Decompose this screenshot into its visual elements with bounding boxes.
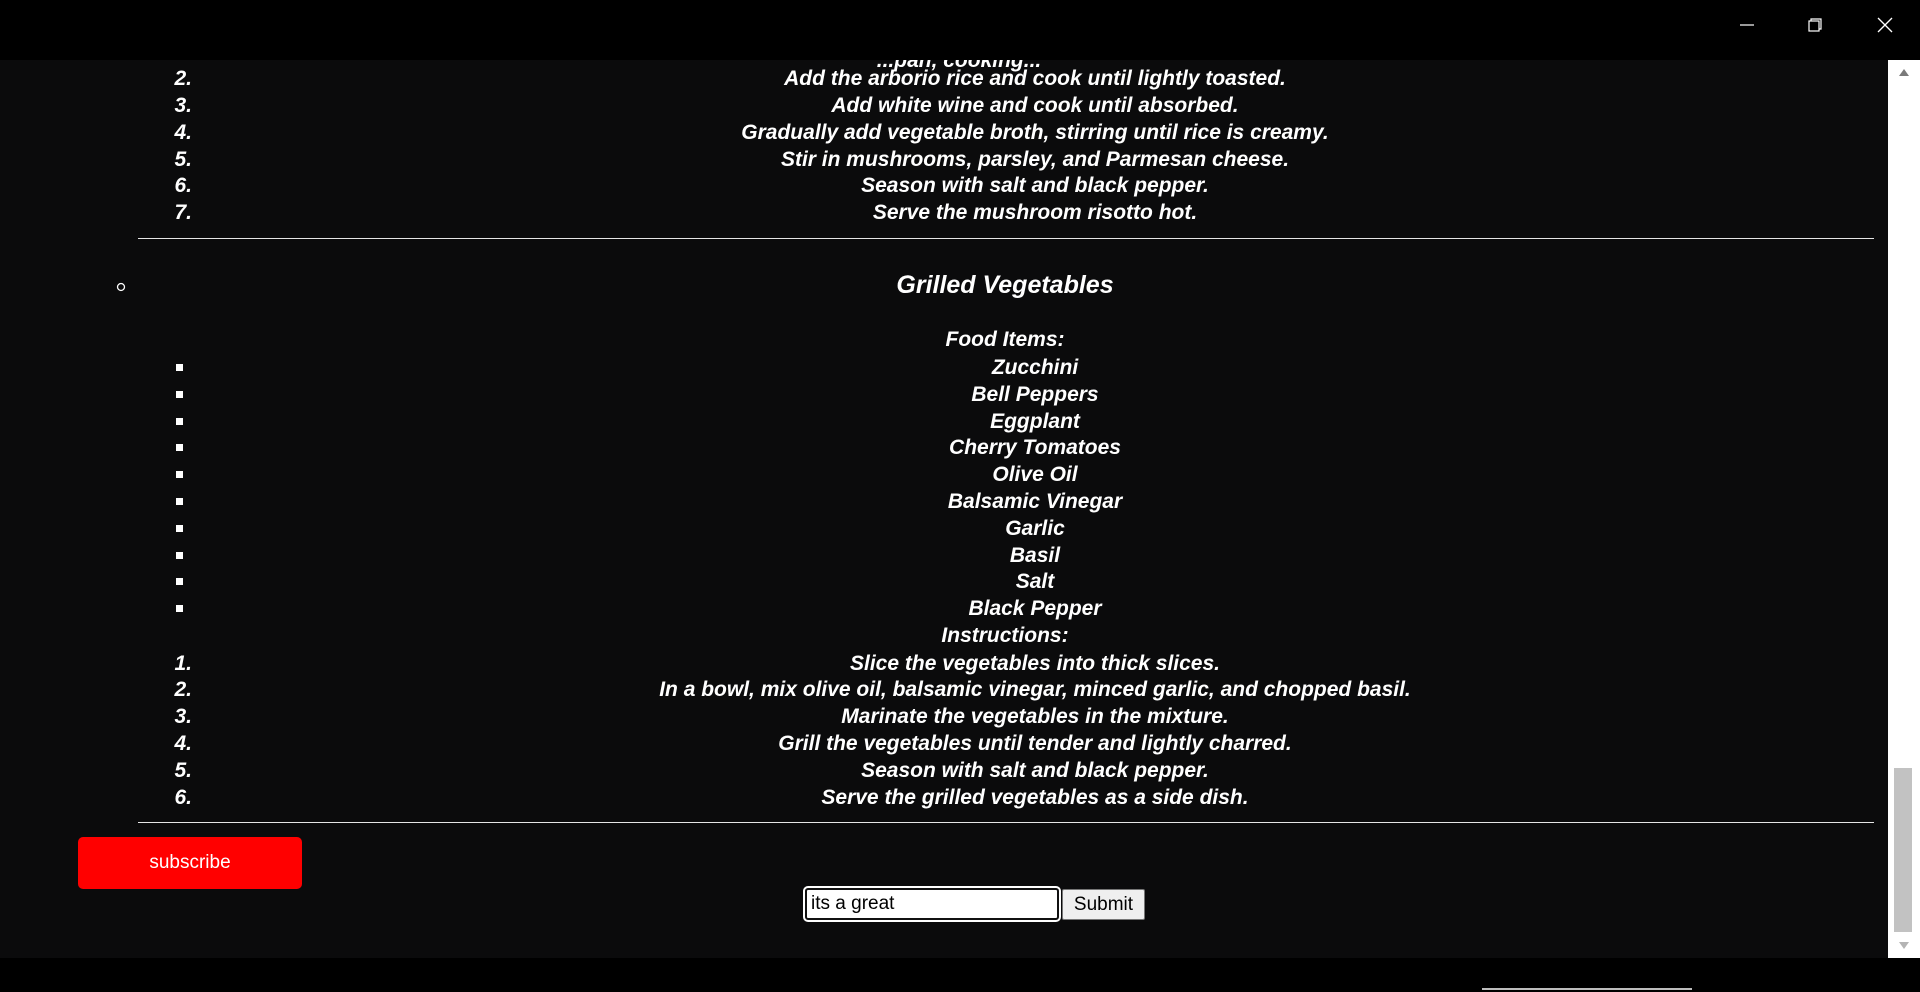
- square-bullet-icon: [176, 471, 183, 478]
- list-item: 3. Marinate the vegetables in the mixture…: [0, 703, 1888, 730]
- restore-button[interactable]: [1780, 0, 1850, 50]
- list-item: 4. Gradually add vegetable broth, stirrin…: [0, 119, 1888, 146]
- list-item: 5. Season with salt and black pepper.: [0, 757, 1888, 784]
- step-number: 3.: [174, 705, 192, 728]
- step-text: Stir in mushrooms, parsley, and Parmesan…: [780, 148, 1290, 171]
- square-bullet-icon: [176, 525, 183, 532]
- scroll-down-arrow-icon[interactable]: [1898, 940, 1910, 950]
- step-number: 4.: [174, 121, 192, 144]
- recipe-title: Grilled Vegetables: [896, 271, 1114, 299]
- window-titlebar: [0, 0, 1920, 60]
- square-bullet-icon: [176, 444, 183, 451]
- food-item-text: Cherry Tomatoes: [949, 436, 1121, 459]
- bottom-divider: [1482, 988, 1692, 990]
- step-number: 2.: [174, 678, 192, 701]
- list-item: 6. Serve the grilled vegetables as a side…: [0, 784, 1888, 811]
- list-item: 1. Slice the vegetables into thick slices…: [0, 650, 1888, 677]
- step-text: Slice the vegetables into thick slices.: [850, 652, 1220, 675]
- step-text: Gradually add vegetable broth, stirring …: [741, 121, 1329, 144]
- food-item-text: Garlic: [1005, 517, 1065, 540]
- square-bullet-icon: [176, 552, 183, 559]
- square-bullet-icon: [176, 605, 183, 612]
- food-item-text: Balsamic Vinegar: [947, 490, 1123, 513]
- step-number: 5.: [174, 759, 192, 782]
- list-item: 2. Add the arborio rice and cook until li…: [0, 65, 1888, 92]
- step-number: 4.: [174, 732, 192, 755]
- scroll-up-arrow-icon[interactable]: [1898, 68, 1910, 78]
- food-item-text: Bell Peppers: [971, 383, 1099, 406]
- step-text: Season with salt and black pepper.: [861, 174, 1209, 197]
- list-item: Bell Peppers: [0, 381, 1888, 408]
- subscribe-button[interactable]: subscribe: [78, 837, 302, 889]
- food-item-text: Olive Oil: [992, 463, 1078, 486]
- food-item-text: Salt: [1015, 570, 1055, 593]
- step-number: 3.: [174, 94, 192, 117]
- restore-icon: [1808, 18, 1822, 32]
- list-item: Garlic: [0, 515, 1888, 542]
- list-item: 7. Serve the mushroom risotto hot.: [0, 199, 1888, 226]
- comment-input[interactable]: [803, 886, 1061, 922]
- list-item: Olive Oil: [0, 461, 1888, 488]
- close-icon: [1877, 17, 1893, 33]
- page-viewport: ...pan, cooking... 2. Add the arborio ric…: [0, 60, 1888, 958]
- list-item: Eggplant: [0, 408, 1888, 435]
- square-bullet-icon: [176, 391, 183, 398]
- list-item: 3. Add white wine and cook until absorbed…: [0, 92, 1888, 119]
- list-item: 4. Grill the vegetables until tender and …: [0, 730, 1888, 757]
- food-items-label: Food Items:: [945, 328, 1065, 351]
- instructions-label: Instructions:: [941, 624, 1069, 647]
- square-bullet-icon: [176, 498, 183, 505]
- list-item: Salt: [0, 568, 1888, 595]
- step-number: 1.: [174, 652, 192, 675]
- submit-button[interactable]: Submit: [1062, 889, 1145, 920]
- list-item: Balsamic Vinegar: [0, 488, 1888, 515]
- square-bullet-icon: [176, 418, 183, 425]
- step-text: Serve the mushroom risotto hot.: [872, 201, 1198, 224]
- food-item-text: Zucchini: [991, 356, 1079, 379]
- list-item: Black Pepper: [0, 595, 1888, 622]
- step-text: Grill the vegetables until tender and li…: [778, 732, 1292, 755]
- food-item-text: Eggplant: [990, 410, 1080, 433]
- food-item-text: Black Pepper: [968, 597, 1102, 620]
- window-bottom-edge: [0, 958, 1920, 992]
- list-item: Cherry Tomatoes: [0, 434, 1888, 461]
- square-bullet-icon: [176, 364, 183, 371]
- list-item: 5. Stir in mushrooms, parsley, and Parmes…: [0, 146, 1888, 173]
- step-text: Marinate the vegetables in the mixture.: [841, 705, 1229, 728]
- step-text: Add white wine and cook until absorbed.: [831, 94, 1239, 117]
- scrollbar-thumb[interactable]: [1894, 768, 1912, 932]
- list-item: Basil: [0, 542, 1888, 569]
- step-number: 2.: [174, 67, 192, 90]
- divider: [138, 822, 1874, 823]
- minimize-icon: [1740, 24, 1754, 26]
- list-item: 6. Season with salt and black pepper.: [0, 172, 1888, 199]
- list-item: Zucchini: [0, 354, 1888, 381]
- minimize-button[interactable]: [1712, 0, 1782, 50]
- step-number: 5.: [174, 148, 192, 171]
- close-button[interactable]: [1850, 0, 1920, 50]
- step-text: In a bowl, mix olive oil, balsamic vineg…: [659, 678, 1411, 701]
- step-text: Serve the grilled vegetables as a side d…: [821, 786, 1249, 809]
- list-item: 2. In a bowl, mix olive oil, balsamic vin…: [0, 676, 1888, 703]
- step-number: 6.: [174, 174, 192, 197]
- square-bullet-icon: [176, 578, 183, 585]
- step-text: Add the arborio rice and cook until ligh…: [784, 67, 1286, 90]
- divider: [138, 238, 1874, 239]
- food-item-text: Basil: [1009, 544, 1061, 567]
- step-number: 7.: [174, 201, 192, 224]
- step-number: 6.: [174, 786, 192, 809]
- step-text: Season with salt and black pepper.: [861, 759, 1209, 782]
- vertical-scrollbar[interactable]: [1888, 60, 1920, 958]
